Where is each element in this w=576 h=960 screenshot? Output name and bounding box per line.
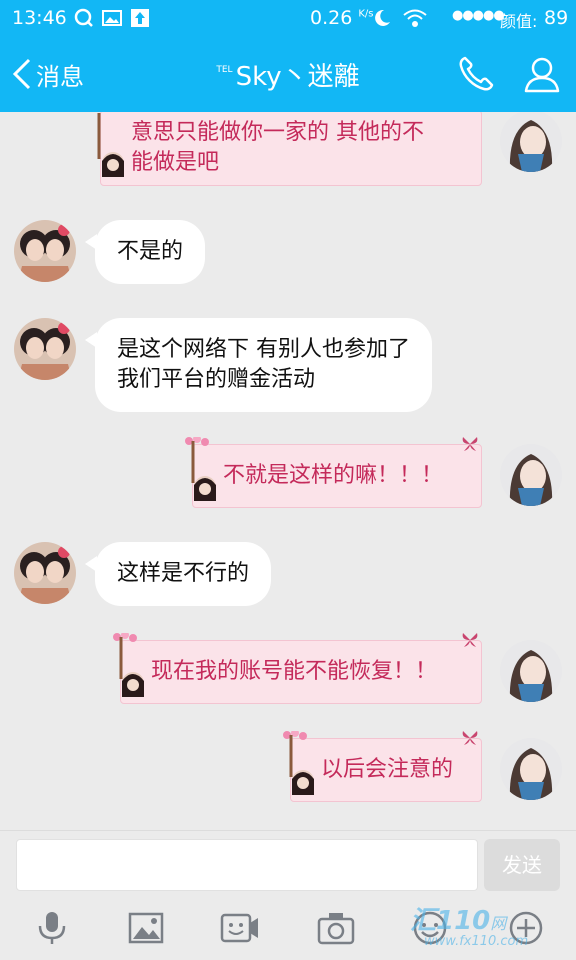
message-item: 以后会注意的: [0, 728, 576, 808]
avatar[interactable]: [14, 220, 76, 282]
bubble-decoration-icon: [113, 633, 144, 697]
avatar[interactable]: [500, 640, 562, 702]
gallery-notification-icon: [102, 10, 122, 26]
status-bar: 13:46 0.26 K/s ●●●●● 颜值: 89: [0, 0, 576, 36]
avatar-self-icon: [500, 738, 562, 800]
avatar-contact-icon: [14, 220, 76, 282]
message-bubble[interactable]: 现在我的账号能不能恢复！！: [113, 633, 482, 704]
bubble-decoration-icon: [97, 113, 124, 177]
message-text: 不就是这样的嘛！！！: [223, 463, 444, 488]
wifi-icon: [403, 9, 427, 27]
avatar-contact-icon: [14, 542, 76, 604]
avatar-self-icon: [500, 444, 562, 506]
message-bubble[interactable]: 意思只能做你一家的 其他的不 能做是吧: [97, 112, 482, 186]
moon-icon: [375, 9, 390, 26]
message-list[interactable]: 意思只能做你一家的 其他的不 能做是吧 不是的 是这个网络下 有别人也参加了 我…: [0, 112, 576, 830]
message-item: 不是的: [0, 214, 576, 294]
avatar[interactable]: [14, 542, 76, 604]
butterfly-icon: [462, 633, 478, 647]
message-text: 不是的: [117, 239, 184, 264]
watermark-text: 汇110: [410, 906, 491, 936]
message-item: 不就是这样的嘛！！！: [0, 434, 576, 514]
message-item: 是这个网络下 有别人也参加了 我们平台的赠金活动: [0, 314, 576, 414]
avatar-self-icon: [500, 640, 562, 702]
avatar[interactable]: [500, 738, 562, 800]
profile-icon[interactable]: [522, 54, 562, 94]
qq-notification-icon: [74, 8, 93, 27]
message-text: 意思只能做你一家的 其他的不 能做是吧: [131, 120, 424, 175]
network-speed: 0.26 K/s: [310, 7, 374, 29]
avatar-self-icon: [500, 112, 562, 172]
title-prefix: TEL: [216, 65, 233, 75]
butterfly-icon: [462, 731, 478, 745]
message-bubble[interactable]: 不是的: [84, 220, 206, 284]
image-icon[interactable]: [126, 910, 166, 946]
message-text: 这样是不行的: [117, 561, 250, 586]
contact-name: Sky丶迷離: [235, 62, 360, 92]
avatar-contact-icon: [14, 318, 76, 380]
message-text-line: 我们平台的赠金活动: [117, 367, 316, 392]
status-time: 13:46: [12, 7, 67, 29]
message-item: 意思只能做你一家的 其他的不 能做是吧: [0, 112, 576, 192]
battery-level: 89: [544, 7, 569, 29]
bubble-decoration-icon: [283, 731, 314, 795]
title-bar: 消息 TEL Sky丶迷離: [0, 36, 576, 112]
avatar[interactable]: [14, 318, 76, 380]
message-bubble[interactable]: 是这个网络下 有别人也参加了 我们平台的赠金活动: [85, 318, 432, 412]
message-input[interactable]: [16, 839, 478, 891]
send-button[interactable]: 发送: [484, 839, 560, 891]
phone-icon[interactable]: [456, 54, 496, 94]
watermark-url: www.fx110.com: [424, 934, 529, 949]
message-text-line: 是这个网络下 有别人也参加了: [117, 337, 410, 362]
message-bubble[interactable]: 不就是这样的嘛！！！: [185, 437, 482, 508]
bubble-decoration-icon: [185, 437, 216, 501]
watermark: 汇110网 www.fx110.com: [410, 900, 528, 949]
butterfly-icon: [462, 437, 478, 451]
microphone-icon[interactable]: [32, 910, 72, 946]
upload-notification-icon: [131, 9, 149, 27]
avatar[interactable]: [500, 444, 562, 506]
message-item: 这样是不行的: [0, 538, 576, 618]
message-bubble[interactable]: 以后会注意的: [283, 731, 482, 802]
message-bubble[interactable]: 这样是不行的: [84, 542, 272, 606]
message-text: 以后会注意的: [321, 757, 454, 782]
signal-strength: ●●●●●: [452, 8, 505, 23]
carrier-label: 颜值:: [500, 12, 538, 31]
input-bar: 发送: [0, 830, 576, 894]
message-text: 现在我的账号能不能恢复！！: [151, 659, 438, 684]
sticker-icon[interactable]: [220, 910, 260, 946]
message-item: 现在我的账号能不能恢复！！: [0, 630, 576, 710]
watermark-suffix: 网: [490, 914, 507, 933]
camera-icon[interactable]: [316, 910, 356, 946]
avatar[interactable]: [500, 112, 562, 172]
